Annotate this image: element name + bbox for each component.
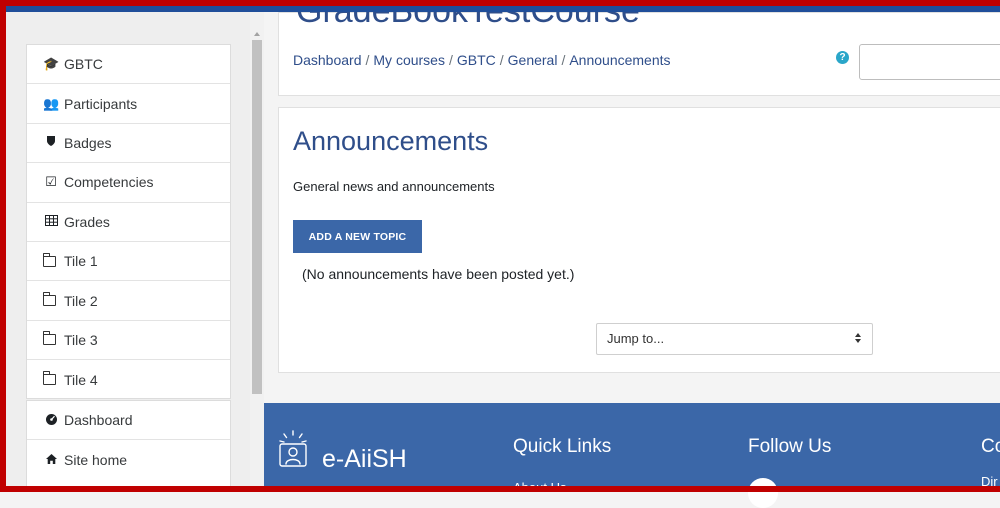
- sidebar-item-site-home[interactable]: Site home: [27, 440, 230, 479]
- course-nav-block: 🎓 GBTC 👥 Participants Badges ☑ Competenc…: [26, 44, 231, 399]
- breadcrumb-my-courses[interactable]: My courses: [373, 52, 445, 68]
- checkbox-icon: ☑: [45, 174, 57, 190]
- breadcrumb-separator: /: [561, 52, 566, 68]
- breadcrumb-separator: /: [499, 52, 504, 68]
- add-new-topic-button[interactable]: ADD A NEW TOPIC: [293, 220, 422, 253]
- folder-icon: [43, 252, 56, 267]
- breadcrumb-separator: /: [365, 52, 370, 68]
- search-input[interactable]: [859, 44, 1000, 80]
- breadcrumb-announcements[interactable]: Announcements: [569, 52, 670, 68]
- footer-follow-us-heading: Follow Us: [748, 436, 832, 457]
- course-title: GradeBookTestCourse: [296, 0, 640, 30]
- sidebar-item-label: Tile 4: [64, 371, 98, 388]
- sidebar-item-label: Dashboard: [64, 412, 133, 429]
- breadcrumb: Dashboard / My courses / GBTC / General / Announ…: [293, 52, 671, 68]
- folder-icon: [43, 371, 56, 386]
- sidebar-item-label: Site home: [64, 452, 128, 469]
- sidebar-item-label: Tile 2: [64, 292, 98, 309]
- jump-to-select[interactable]: Jump to...: [596, 323, 873, 355]
- breadcrumb-gbtc[interactable]: GBTC: [457, 52, 496, 68]
- sidebar-item-dashboard[interactable]: Dashboard: [27, 401, 230, 441]
- scroll-up-icon[interactable]: [254, 32, 260, 36]
- social-icon[interactable]: [748, 478, 778, 508]
- sidebar-item-label: Tile 1: [64, 253, 98, 270]
- folder-icon: [43, 331, 56, 346]
- scroll-thumb[interactable]: [252, 40, 262, 394]
- page-title: Announcements: [293, 126, 489, 156]
- sidebar-item-competencies[interactable]: ☑ Competencies: [27, 163, 230, 203]
- sidebar-item-label: Competencies: [64, 174, 154, 191]
- breadcrumb-general[interactable]: General: [508, 52, 558, 68]
- help-icon[interactable]: ?: [836, 51, 849, 64]
- footer-logo-text: e-AiiSH: [322, 445, 407, 473]
- sidebar-item-label: Grades: [64, 213, 110, 230]
- sidebar-item-label: Tile 3: [64, 331, 98, 348]
- folder-icon: [43, 292, 56, 307]
- site-nav-block: Dashboard Site home: [26, 400, 231, 492]
- graduation-cap-icon: 🎓: [43, 56, 60, 72]
- sidebar-item-badges[interactable]: Badges: [27, 124, 230, 164]
- sidebar-item-tile-1[interactable]: Tile 1: [27, 242, 230, 282]
- top-bar: [6, 6, 1000, 12]
- sidebar-item-grades[interactable]: Grades: [27, 203, 230, 242]
- sidebar-item-participants[interactable]: 👥 Participants: [27, 84, 230, 124]
- idea-person-icon: [277, 430, 309, 468]
- sidebar-scrollbar[interactable]: [250, 12, 264, 492]
- shield-icon: [43, 135, 59, 150]
- breadcrumb-dashboard[interactable]: Dashboard: [293, 52, 362, 68]
- sidebar-item-label: GBTC: [64, 56, 103, 73]
- sidebar-item-label: Participants: [64, 95, 138, 112]
- forum-description: General news and announcements: [293, 179, 495, 194]
- sidebar-item-tile-2[interactable]: Tile 2: [27, 281, 230, 321]
- sidebar-item-label: Badges: [64, 134, 112, 151]
- select-arrows-icon: [854, 333, 862, 346]
- users-icon: 👥: [43, 95, 60, 111]
- jump-to-selected-value: Jump to...: [607, 331, 665, 346]
- footer-quick-links-heading: Quick Links: [513, 436, 612, 457]
- home-icon: [43, 453, 59, 468]
- sidebar-item-tile-3[interactable]: Tile 3: [27, 321, 230, 361]
- tachometer-icon: [43, 413, 59, 428]
- table-icon: [43, 214, 59, 229]
- footer-link-about-us[interactable]: About Us: [513, 479, 566, 488]
- sidebar-item-gbtc[interactable]: 🎓 GBTC: [27, 45, 230, 85]
- footer-contact-text: Dir: [981, 474, 998, 488]
- sidebar-item-tile-4[interactable]: Tile 4: [27, 360, 230, 399]
- footer-contact-heading: Co: [981, 436, 1000, 457]
- empty-state-message: (No announcements have been posted yet.): [302, 266, 575, 282]
- breadcrumb-separator: /: [448, 52, 453, 68]
